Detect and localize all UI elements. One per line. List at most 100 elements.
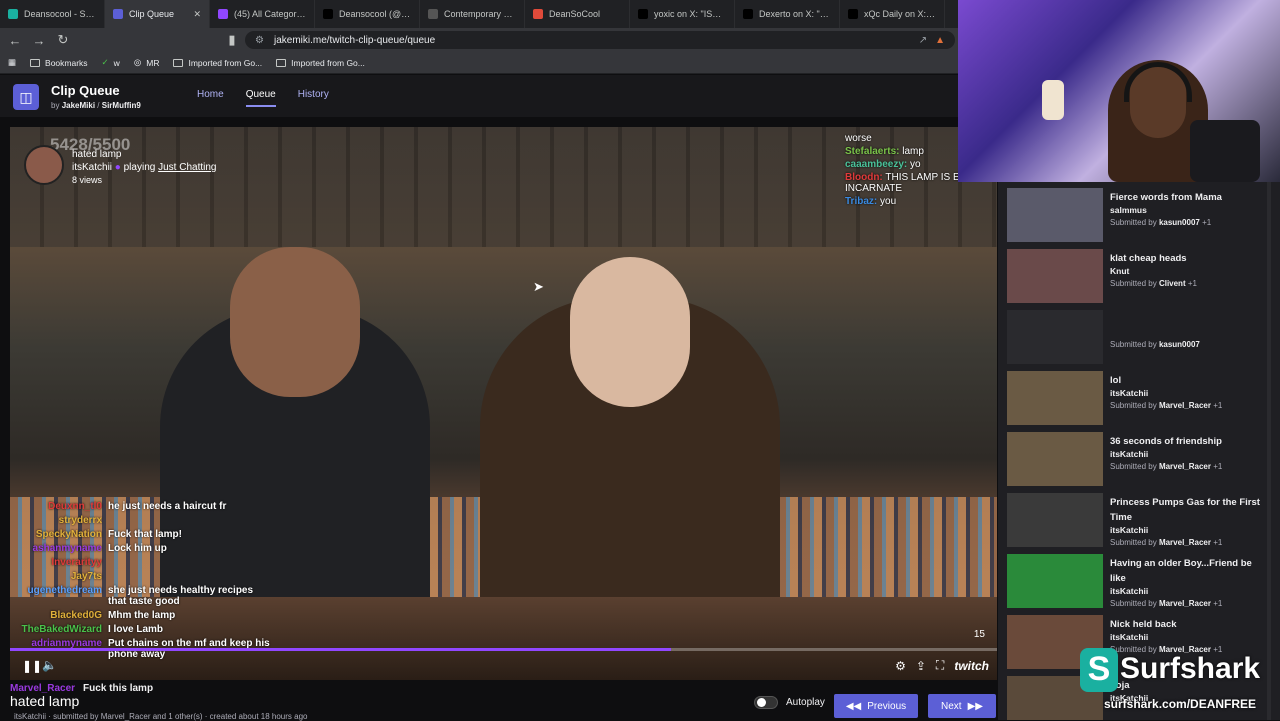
queue-item[interactable]: Princess Pumps Gas for the First Time its… xyxy=(1007,493,1277,549)
next-button[interactable]: Next ▶▶ xyxy=(928,694,996,718)
tab-favicon-icon xyxy=(533,9,543,19)
tab-label: Dexerto on X: "Stre xyxy=(759,9,831,19)
folder-icon xyxy=(30,58,41,67)
page-icon: ◎ xyxy=(133,57,142,67)
browser-tab[interactable]: (45) All Categories xyxy=(210,0,315,28)
bookmark-item[interactable]: Bookmarks xyxy=(30,58,88,68)
browser-tab[interactable]: Deansocool (@Dea xyxy=(315,0,420,28)
queue-item[interactable]: Fierce words from Mama salmmus Submitted b… xyxy=(1007,188,1277,244)
browser-tab[interactable]: DeanSoCool xyxy=(525,0,630,28)
share-icon[interactable]: ↗ xyxy=(919,35,927,46)
previous-button[interactable]: ◀◀ Previous xyxy=(834,694,918,718)
bookmark-item[interactable]: ◎ MR xyxy=(134,57,160,68)
bookmark-icon[interactable]: ▮ xyxy=(225,32,239,48)
chat-line: Deuxnn_tl0 he just needs a haircut fr xyxy=(10,501,270,512)
chat-user: Stefalaerts: xyxy=(845,146,900,157)
chat-user: TheBakedWizard xyxy=(21,624,102,635)
share-icon[interactable]: ⇪ xyxy=(916,659,926,673)
chat-user: Jay7ts xyxy=(70,571,102,582)
bookmark-item[interactable]: Imported from Go... xyxy=(276,58,365,68)
chat-user: caaambeezy: xyxy=(845,159,908,170)
queue-thumbnail xyxy=(1007,554,1103,608)
bookmark-item[interactable]: Imported from Go... xyxy=(173,58,262,68)
chat-line: Inverarityy xyxy=(10,557,270,568)
browser-tab[interactable]: Dexerto on X: "Stre xyxy=(735,0,840,28)
clip-channel-line: itsKatchii ● playing Just Chatting xyxy=(72,162,217,173)
clip-queue-list: Fierce words from Mama salmmus Submitted b… xyxy=(998,182,1280,720)
reload-icon[interactable]: ↻ xyxy=(56,32,70,48)
video-player[interactable]: 5428/5500 hated lamp itsKatchii ● playin… xyxy=(10,127,997,680)
clip-title: hated lamp xyxy=(72,149,122,160)
queue-item[interactable]: klat cheap heads Knut Submitted by Clivent… xyxy=(1007,249,1277,305)
queue-item-submitter: Submitted by Marvel_Racer +1 xyxy=(1110,538,1223,547)
queue-item-title: klat cheap heads xyxy=(1110,253,1187,264)
tab-label: (45) All Categories xyxy=(234,9,306,19)
tab-label: DeanSoCool xyxy=(549,9,601,19)
channel-name[interactable]: itsKatchii xyxy=(72,162,112,173)
nav-queue[interactable]: Queue xyxy=(245,89,276,107)
fullscreen-icon[interactable]: ⛶ xyxy=(936,658,944,673)
bookmark-item[interactable]: ✓ w xyxy=(102,57,120,68)
bookmarks-bar: ▦ Bookmarks ✓ w ◎ MR Imported from Go... I… xyxy=(0,52,958,74)
chat-user: stryderrx xyxy=(58,515,102,526)
sponsor-url: surfshark.com/DEANFREE xyxy=(1104,697,1257,711)
settings-gear-icon[interactable]: ⚙ xyxy=(895,659,906,673)
extension-icon[interactable]: ▲ xyxy=(935,35,945,46)
browser-tab[interactable]: xQc Daily on X: "xQ xyxy=(840,0,945,28)
queue-item[interactable]: Submitted by kasun0007 xyxy=(1007,310,1277,366)
tab-label: Deansocool - Surfs xyxy=(24,9,96,19)
browser-tab[interactable]: Deansocool - Surfs xyxy=(0,0,105,28)
video-progress-bar[interactable] xyxy=(10,648,997,651)
queue-thumbnail xyxy=(1007,249,1103,303)
sponsor-overlay: S Surfshark surfshark.com/DEANFREE xyxy=(1080,648,1280,720)
volume-icon[interactable]: 🔈 xyxy=(42,658,57,672)
queue-item[interactable]: Having an older Boy...Friend be like itsK… xyxy=(1007,554,1277,610)
chat-user: Tribaz: xyxy=(845,196,878,207)
autoplay-toggle[interactable] xyxy=(754,696,778,709)
app-header: ◫ Clip Queue by JakeMiki / SirMuffin9 Ho… xyxy=(0,75,958,117)
browser-tab[interactable]: yoxic on X: "IShowS xyxy=(630,0,735,28)
site-settings-icon[interactable]: ⚙ xyxy=(255,35,264,46)
chat-text: she just needs healthy recipes that tast… xyxy=(108,585,254,607)
clip-queue-logo-icon[interactable]: ◫ xyxy=(13,84,39,110)
close-tab-icon[interactable]: ✕ xyxy=(193,9,201,20)
verified-icon: ● xyxy=(114,162,121,173)
nav-history[interactable]: History xyxy=(298,89,329,107)
category-link[interactable]: Just Chatting xyxy=(158,162,216,173)
author-link[interactable]: JakeMiki xyxy=(62,101,95,110)
pause-icon[interactable]: ❚❚ xyxy=(22,659,42,673)
queue-thumbnail xyxy=(1007,188,1103,242)
avatar xyxy=(24,145,64,185)
browser-tab[interactable]: Clip Queue ✕ xyxy=(105,0,210,28)
queue-item[interactable]: 36 seconds of friendship itsKatchii Submit… xyxy=(1007,432,1277,488)
author-link[interactable]: SirMuffin9 xyxy=(102,101,141,110)
skip-back-icon: ◀◀ xyxy=(845,700,862,712)
tab-favicon-icon xyxy=(113,9,123,19)
address-bar[interactable]: ⚙ jakemiki.me/twitch-clip-queue/queue ↗ … xyxy=(245,31,955,49)
chat-user: Inverarityy xyxy=(51,557,102,568)
tab-favicon-icon xyxy=(8,9,18,19)
folder-icon xyxy=(276,58,287,67)
queue-item-channel: itsKatchii xyxy=(1110,388,1149,398)
chat-text: Lock him up xyxy=(108,543,167,554)
apps-grid-icon[interactable]: ▦ xyxy=(8,57,16,68)
chat-text: Fuck this lamp xyxy=(83,683,154,694)
chat-user: ugenethedream xyxy=(27,585,102,596)
mouse-cursor-icon: ➤ xyxy=(533,279,544,294)
chat-user: ashanmyname xyxy=(32,543,102,554)
forward-icon[interactable]: → xyxy=(32,33,46,48)
queue-thumbnail xyxy=(1007,371,1103,425)
queue-item-channel: itsKatchii xyxy=(1110,449,1149,459)
url-text: jakemiki.me/twitch-clip-queue/queue xyxy=(273,34,436,46)
twitch-logo[interactable]: twitch xyxy=(954,659,989,673)
app-credits: by JakeMiki / SirMuffin9 xyxy=(51,101,141,110)
nav-home[interactable]: Home xyxy=(197,89,224,107)
chat-text: Mhm the lamp xyxy=(108,610,176,621)
queue-item-title: Having an older Boy...Friend be like xyxy=(1110,558,1252,584)
queue-item-title: Princess Pumps Gas for the First Time xyxy=(1110,497,1260,523)
queue-item[interactable]: lol itsKatchii Submitted by Marvel_Racer +… xyxy=(1007,371,1277,427)
back-icon[interactable]: ← xyxy=(8,33,22,48)
browser-tab[interactable]: Contemporary Men xyxy=(420,0,525,28)
progress-fill xyxy=(10,648,672,651)
skip-forward-icon: ▶▶ xyxy=(967,700,983,712)
